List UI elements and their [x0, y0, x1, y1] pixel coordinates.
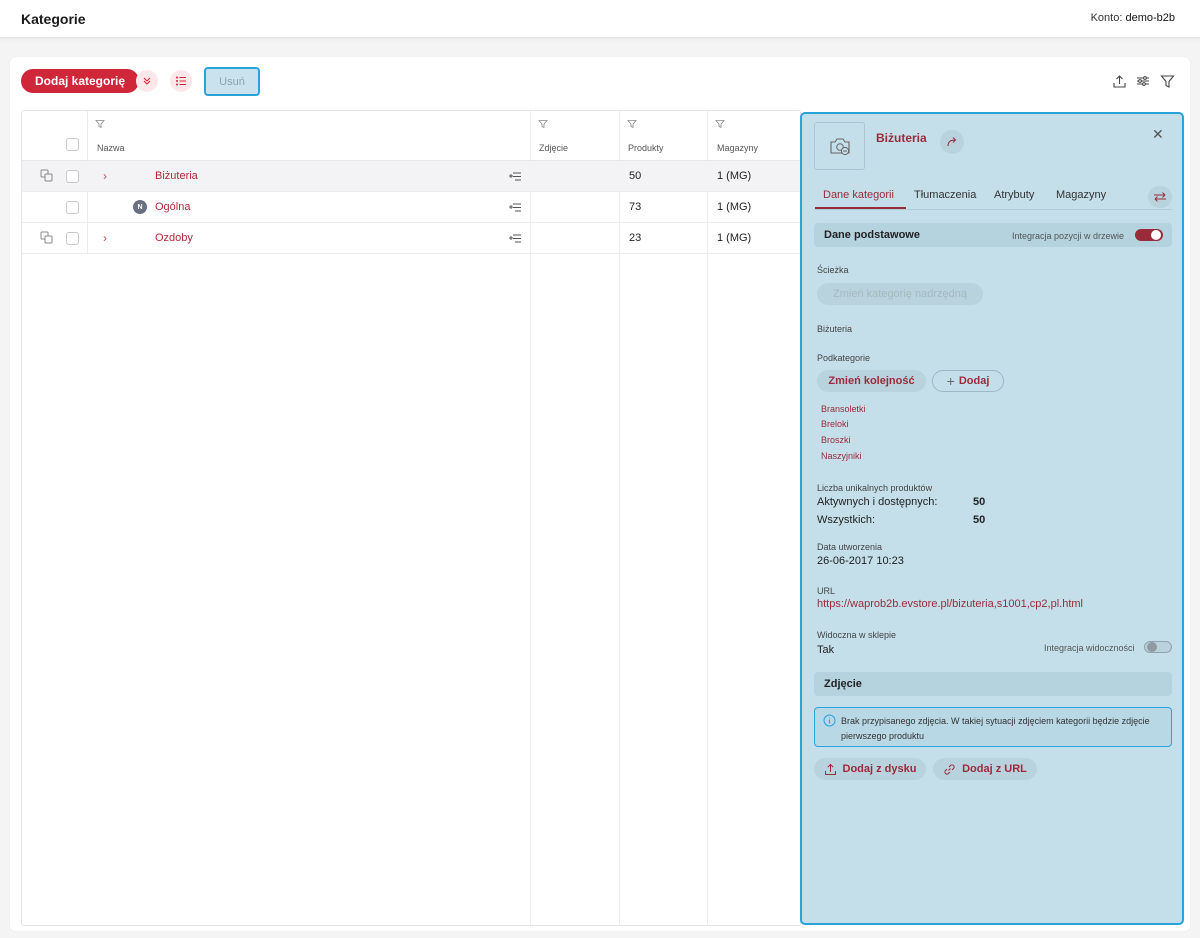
add-from-url-label: Dodaj z URL [962, 763, 1027, 775]
column-filter-icon[interactable] [715, 118, 725, 132]
sliders-icon[interactable] [1134, 72, 1152, 90]
swap-icon[interactable] [1148, 186, 1172, 208]
column-header-products[interactable]: Produkty [628, 143, 664, 153]
link-icon [944, 763, 955, 775]
visibility-integration-label: Integracja widoczności [1044, 643, 1135, 653]
panel-title: Biżuteria [876, 131, 927, 145]
add-from-url-button[interactable]: Dodaj z URL [933, 758, 1037, 780]
subcategories-label: Podkategorie [817, 353, 871, 363]
column-header-name[interactable]: Nazwa [97, 143, 125, 153]
account-label: Konto: [1090, 12, 1123, 24]
path-label: Ścieżka [817, 265, 849, 275]
stat-all-value: 50 [973, 514, 986, 526]
top-bar: Kategorie Konto: demo-b2b [0, 0, 1200, 38]
content-card: Dodaj kategorię Usuń Nazwa Zdjęcie Produ… [10, 57, 1190, 931]
row-products: 50 [629, 170, 642, 182]
row-warehouses: 1 (MG) [717, 232, 752, 244]
column-filter-icon[interactable] [627, 118, 637, 132]
photo-info-text: Brak przypisanego zdjęcia. W takiej sytu… [841, 716, 1150, 741]
tab-warehouses[interactable]: Magazyny [1056, 189, 1106, 201]
tree-integration-label: Integracja pozycji w drzewie [1012, 231, 1125, 241]
section-basic-data: Dane podstawowe Integracja pozycji w drz… [814, 223, 1172, 247]
created-value: 26-06-2017 10:23 [817, 555, 904, 567]
row-name[interactable]: Ozdoby [155, 232, 193, 244]
add-subcategory-button[interactable]: + Dodaj [932, 370, 1004, 392]
subcategory-link[interactable]: Broszki [821, 435, 851, 445]
categories-grid: Nazwa Zdjęcie Produkty Magazyny › Biżute… [21, 110, 801, 926]
row-checkbox[interactable] [66, 232, 79, 245]
row-checkbox[interactable] [66, 170, 79, 183]
add-category-button[interactable]: Dodaj kategorię [21, 69, 140, 93]
column-filter-icon[interactable] [95, 118, 105, 132]
tab-translations[interactable]: Tłumaczenia [914, 189, 976, 201]
created-label: Data utworzenia [817, 542, 883, 552]
change-parent-button[interactable]: Zmień kategorię nadrzędną [817, 283, 983, 305]
sort-add-icon[interactable] [508, 169, 522, 186]
chevron-right-icon[interactable]: › [103, 169, 107, 183]
grid-header: Nazwa Zdjęcie Produkty Magazyny [22, 111, 800, 161]
photo-info-box: Brak przypisanego zdjęcia. W takiej sytu… [814, 707, 1172, 747]
select-all-checkbox[interactable] [66, 138, 79, 151]
visible-value: Tak [817, 644, 835, 656]
table-row[interactable]: N Ogólna 73 1 (MG) [22, 192, 800, 223]
filter-icon[interactable] [1158, 72, 1176, 90]
new-badge: N [133, 200, 147, 214]
row-products: 23 [629, 232, 642, 244]
unique-products-label: Liczba unikalnych produktów [817, 483, 933, 493]
upload-icon[interactable] [1110, 72, 1128, 90]
subcategory-link[interactable]: Naszyjniki [821, 451, 862, 461]
stat-active-value: 50 [973, 496, 986, 508]
page-title: Kategorie [21, 11, 86, 27]
info-icon [823, 714, 836, 730]
section-title: Zdjęcie [824, 678, 862, 690]
visibility-integration-toggle[interactable] [1144, 641, 1172, 653]
row-name[interactable]: Biżuteria [155, 170, 198, 182]
active-tab-indicator [815, 207, 906, 209]
row-checkbox[interactable] [66, 201, 79, 214]
delete-button[interactable]: Usuń [204, 67, 260, 96]
reorder-button[interactable]: Zmień kolejność [817, 370, 926, 392]
copy-icon[interactable] [40, 169, 53, 185]
chevron-right-icon[interactable]: › [103, 231, 107, 245]
tab-attributes[interactable]: Atrybuty [994, 189, 1034, 201]
copy-icon[interactable] [40, 231, 53, 247]
sort-add-icon[interactable] [508, 231, 522, 248]
column-header-warehouses[interactable]: Magazyny [717, 143, 758, 153]
add-from-disk-button[interactable]: Dodaj z dysku [814, 758, 926, 780]
row-name[interactable]: Ogólna [155, 201, 190, 213]
camera-icon [814, 122, 865, 170]
visible-label: Widoczna w sklepie [817, 630, 897, 640]
account-value: demo-b2b [1125, 12, 1175, 24]
tree-integration-toggle[interactable] [1135, 229, 1163, 241]
close-icon[interactable]: ✕ [1152, 126, 1164, 143]
column-filter-icon[interactable] [538, 118, 548, 132]
section-title: Dane podstawowe [824, 229, 920, 241]
chevrons-down-icon[interactable] [136, 70, 158, 92]
row-products: 73 [629, 201, 642, 213]
tab-divider [814, 209, 1172, 210]
table-row[interactable]: › Biżuteria 50 1 (MG) [22, 161, 800, 192]
subcategory-link[interactable]: Breloki [821, 419, 849, 429]
add-subcategory-label: Dodaj [958, 375, 990, 387]
section-photo: Zdjęcie [814, 672, 1172, 696]
subcategory-link[interactable]: Bransoletki [821, 404, 866, 414]
category-detail-panel: Biżuteria ✕ Dane kategorii Tłumaczenia A… [800, 112, 1184, 925]
upload-icon [824, 763, 836, 775]
add-from-disk-label: Dodaj z dysku [842, 763, 917, 775]
row-warehouses: 1 (MG) [717, 170, 752, 182]
plus-icon: + [946, 373, 955, 389]
account-info: Konto: demo-b2b [1091, 12, 1175, 24]
path-value: Biżuteria [817, 324, 853, 334]
share-icon[interactable] [940, 130, 964, 154]
row-warehouses: 1 (MG) [717, 201, 752, 213]
category-url-link[interactable]: https://waprob2b.evstore.pl/bizuteria,s1… [817, 598, 1083, 610]
list-icon[interactable] [170, 70, 192, 92]
table-row[interactable]: › Ozdoby 23 1 (MG) [22, 223, 800, 254]
tab-category-data[interactable]: Dane kategorii [823, 189, 894, 201]
stat-active-label: Aktywnych i dostępnych: [817, 496, 938, 508]
column-header-photo[interactable]: Zdjęcie [539, 143, 568, 153]
sort-add-icon[interactable] [508, 200, 522, 217]
url-label: URL [817, 586, 836, 596]
stat-all-label: Wszystkich: [817, 514, 876, 526]
